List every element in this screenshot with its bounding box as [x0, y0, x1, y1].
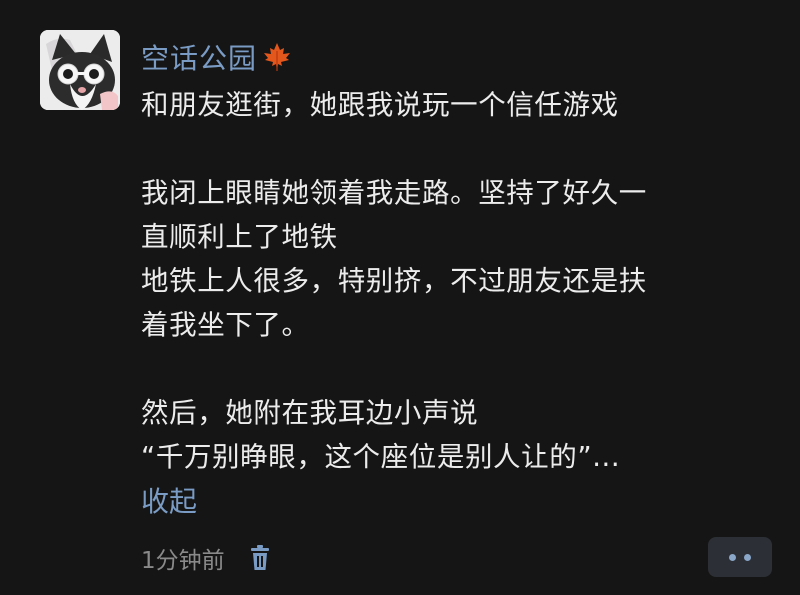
more-options-button[interactable] [708, 537, 772, 577]
comment-line [141, 347, 781, 391]
avatar[interactable] [40, 30, 120, 110]
username[interactable]: 空话公园 [141, 37, 257, 77]
trash-icon[interactable] [245, 543, 275, 573]
comment-line: 地铁上人很多，特别挤，不过朋友还是扶 [141, 265, 647, 297]
meta-row: 1分钟前 [141, 538, 275, 578]
cat-avatar-image [40, 30, 120, 110]
comment-line: 然后，她附在我耳边小声说 [141, 397, 479, 429]
timestamp: 1分钟前 [141, 548, 225, 574]
more-dots-icon [729, 553, 736, 561]
comment-line: 我闭上眼睛她领着我走路。坚持了好久一 [141, 177, 647, 209]
comment-line [141, 127, 781, 171]
more-dots-icon [744, 553, 751, 561]
comment-line: “千万别睁眼，这个座位是别人让的”... [141, 441, 621, 473]
maple-leaf-icon [264, 43, 291, 71]
comment-card: 空话公园 和朋友逛街，她跟我说玩一个信任游戏 我闭上眼睛她领着我走路。坚持了好久… [0, 0, 800, 595]
comment-line: 和朋友逛街，她跟我说玩一个信任游戏 [141, 89, 619, 121]
comment-text: 和朋友逛街，她跟我说玩一个信任游戏 我闭上眼睛她领着我走路。坚持了好久一 直顺利… [141, 83, 781, 479]
collapse-link[interactable]: 收起 [141, 480, 197, 524]
comment-line: 着我坐下了。 [141, 309, 310, 341]
comment-line: 直顺利上了地铁 [141, 221, 338, 253]
username-row: 空话公园 [141, 32, 293, 82]
